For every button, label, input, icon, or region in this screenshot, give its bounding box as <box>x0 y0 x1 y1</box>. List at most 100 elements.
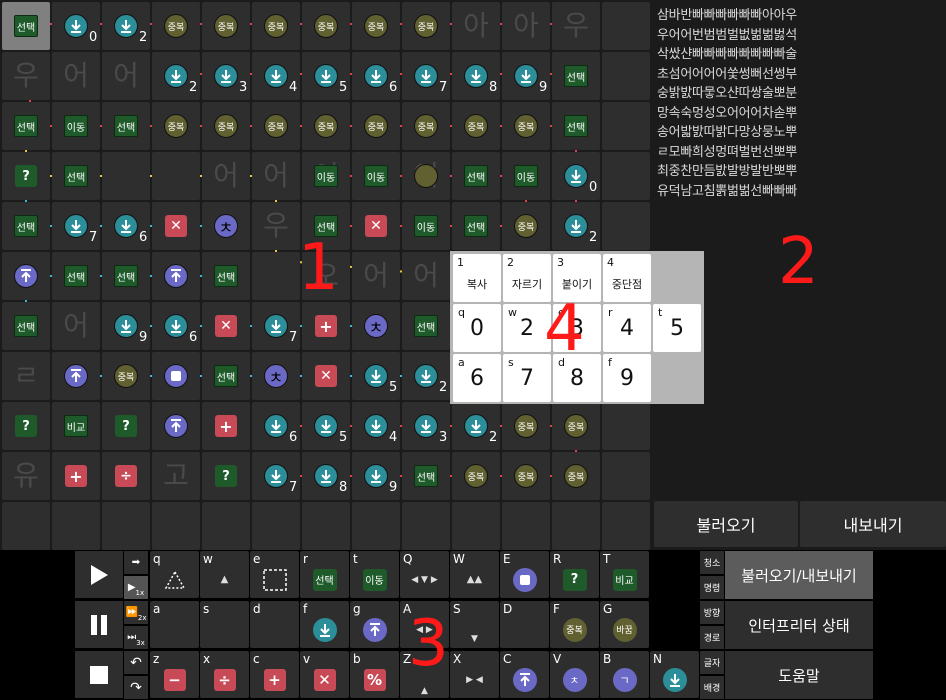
popup-action-3[interactable]: 4 중단점 <box>603 254 651 302</box>
speed-button-1[interactable]: ▶ 1x <box>124 576 148 599</box>
upload-icon[interactable] <box>164 264 188 288</box>
duplicate-node[interactable]: 중복 <box>414 14 438 38</box>
multiply-icon[interactable]: ✕ <box>215 315 237 337</box>
popup-number-5[interactable]: t5 <box>653 304 701 352</box>
side-tab-0[interactable]: 청소 <box>700 551 724 574</box>
question-icon[interactable]: ? <box>15 415 37 437</box>
command-box[interactable]: 선택 <box>414 465 438 487</box>
tool-B[interactable]: Bㄱ <box>600 651 649 698</box>
tool-F[interactable]: F 중복 <box>550 601 599 648</box>
code-text-panel[interactable]: 삼바반빠빠빠빠빠빠아아우 우어어번범범벌벖벎벎벓석 삭쌌샨빠빠빠빠빠빠빠빠술 초섬어어… <box>652 0 946 499</box>
question-icon[interactable]: ? <box>215 465 237 487</box>
command-box[interactable]: 선택 <box>14 315 38 337</box>
command-box[interactable]: 선택 <box>564 65 588 87</box>
download-icon[interactable] <box>264 464 288 488</box>
download-icon[interactable] <box>114 14 138 38</box>
grid-cell[interactable] <box>452 502 500 550</box>
duplicate-node[interactable]: 중복 <box>514 464 538 488</box>
download-icon[interactable] <box>64 214 88 238</box>
tool-v[interactable]: v ✕ <box>300 651 349 698</box>
duplicate-node[interactable]: 중복 <box>514 214 538 238</box>
tool-q[interactable]: q <box>150 551 199 598</box>
tool-E[interactable]: E <box>500 551 549 598</box>
download-icon[interactable] <box>364 64 388 88</box>
popup-number-6[interactable]: a6 <box>453 354 501 402</box>
download-icon[interactable] <box>114 214 138 238</box>
divide-icon[interactable]: ÷ <box>115 465 137 487</box>
undo-button[interactable]: ↶ <box>124 651 148 674</box>
command-box[interactable]: 선택 <box>414 315 438 337</box>
upload-icon[interactable] <box>64 364 88 388</box>
duplicate-node[interactable]: 중복 <box>314 114 338 138</box>
grid-cell[interactable] <box>602 202 650 250</box>
grid-cell[interactable] <box>602 52 650 100</box>
command-box[interactable]: 선택 <box>64 265 88 287</box>
duplicate-node[interactable]: 중복 <box>214 114 238 138</box>
duplicate-node[interactable]: 중복 <box>264 114 288 138</box>
grid-cell[interactable] <box>602 502 650 550</box>
grid-cell[interactable] <box>102 502 150 550</box>
command-box[interactable]: 비교 <box>64 415 88 437</box>
tool-X[interactable]: X ▶ ◀ <box>450 651 499 698</box>
tool-N[interactable]: N <box>650 651 699 698</box>
export-button[interactable]: 내보내기 <box>800 501 946 547</box>
upload-icon[interactable]: ㅊ <box>214 214 238 238</box>
tool-V[interactable]: Vㅊ <box>550 651 599 698</box>
command-box[interactable]: 이동 <box>314 165 338 187</box>
duplicate-node[interactable]: 중복 <box>264 14 288 38</box>
stop-button[interactable] <box>75 651 123 698</box>
menu-button-0[interactable]: 불러오기/내보내기 <box>725 551 873 599</box>
side-tab-5[interactable]: 배경 <box>700 676 724 699</box>
upload-icon[interactable]: ㅊ <box>264 364 288 388</box>
grid-cell[interactable] <box>602 2 650 50</box>
duplicate-node[interactable]: 중복 <box>464 114 488 138</box>
grid-cell[interactable] <box>402 502 450 550</box>
duplicate-node[interactable]: 중복 <box>414 114 438 138</box>
duplicate-node[interactable] <box>414 164 438 188</box>
duplicate-node[interactable]: 중복 <box>514 414 538 438</box>
command-box[interactable]: 선택 <box>14 215 38 237</box>
tool-z[interactable]: z − <box>150 651 199 698</box>
download-icon[interactable] <box>414 364 438 388</box>
grid-cell[interactable] <box>202 502 250 550</box>
tool-w[interactable]: w ▲ <box>200 551 249 598</box>
download-icon[interactable] <box>264 64 288 88</box>
command-box[interactable]: 이동 <box>64 115 88 137</box>
tool-c[interactable]: c + <box>250 651 299 698</box>
plus-icon[interactable]: + <box>65 465 87 487</box>
multiply-icon[interactable]: ✕ <box>165 215 187 237</box>
download-icon[interactable] <box>264 414 288 438</box>
grid-cell[interactable] <box>502 502 550 550</box>
grid-cell[interactable] <box>552 502 600 550</box>
tool-s[interactable]: s <box>200 601 249 648</box>
grid-cell[interactable] <box>2 502 50 550</box>
command-box[interactable]: 선택 <box>114 115 138 137</box>
download-icon[interactable] <box>414 64 438 88</box>
grid-cell[interactable] <box>302 502 350 550</box>
download-icon[interactable] <box>264 314 288 338</box>
download-icon[interactable] <box>464 414 488 438</box>
download-icon[interactable] <box>64 14 88 38</box>
download-icon[interactable] <box>164 314 188 338</box>
command-box[interactable]: 선택 <box>14 15 38 37</box>
tool-R[interactable]: R? <box>550 551 599 598</box>
duplicate-node[interactable]: 중복 <box>164 14 188 38</box>
tool-Q[interactable]: Q ◀ ▼ ▶ <box>400 551 449 598</box>
tool-g[interactable]: g <box>350 601 399 648</box>
duplicate-node[interactable]: 중복 <box>364 14 388 38</box>
plus-icon[interactable]: + <box>215 415 237 437</box>
download-icon[interactable] <box>364 464 388 488</box>
command-box[interactable]: 선택 <box>14 115 38 137</box>
popup-number-4[interactable]: r4 <box>603 304 651 352</box>
speed-button-2[interactable]: ⏩ 2x <box>124 601 148 624</box>
command-box[interactable]: 선택 <box>564 115 588 137</box>
download-icon[interactable] <box>514 64 538 88</box>
duplicate-node[interactable]: 중복 <box>514 114 538 138</box>
download-icon[interactable] <box>114 314 138 338</box>
grid-cell[interactable] <box>352 502 400 550</box>
tool-D[interactable]: D <box>500 601 549 648</box>
grid-cell[interactable] <box>602 152 650 200</box>
tool-C[interactable]: C <box>500 651 549 698</box>
duplicate-node[interactable]: 중복 <box>114 364 138 388</box>
upload-icon[interactable] <box>14 264 38 288</box>
